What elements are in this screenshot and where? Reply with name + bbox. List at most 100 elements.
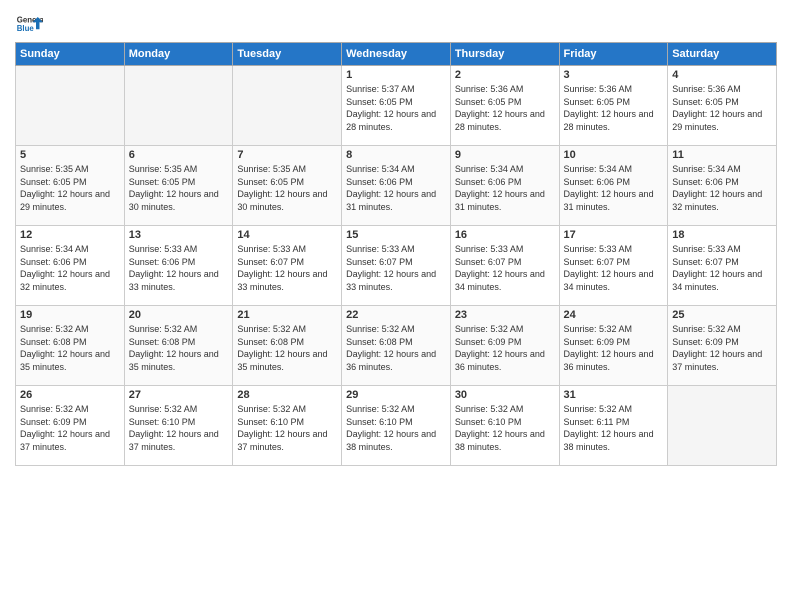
day-number: 9 [455,149,555,161]
calendar-day-cell [233,66,342,146]
calendar-day-cell: 20 Sunrise: 5:32 AM Sunset: 6:08 PM Dayli… [124,306,233,386]
day-info: Sunrise: 5:33 AM Sunset: 6:07 PM Dayligh… [672,243,772,293]
day-info: Sunrise: 5:34 AM Sunset: 6:06 PM Dayligh… [20,243,120,293]
day-number: 8 [346,149,446,161]
calendar-day-cell: 14 Sunrise: 5:33 AM Sunset: 6:07 PM Dayli… [233,226,342,306]
calendar-day-cell: 7 Sunrise: 5:35 AM Sunset: 6:05 PM Daylig… [233,146,342,226]
day-number: 10 [564,149,664,161]
day-info: Sunrise: 5:32 AM Sunset: 6:08 PM Dayligh… [346,323,446,373]
calendar-header-cell: Wednesday [342,43,451,66]
calendar-day-cell: 21 Sunrise: 5:32 AM Sunset: 6:08 PM Dayli… [233,306,342,386]
day-info: Sunrise: 5:34 AM Sunset: 6:06 PM Dayligh… [564,163,664,213]
day-number: 13 [129,229,229,241]
calendar-day-cell: 2 Sunrise: 5:36 AM Sunset: 6:05 PM Daylig… [450,66,559,146]
calendar-week-row: 12 Sunrise: 5:34 AM Sunset: 6:06 PM Dayli… [16,226,777,306]
day-number: 20 [129,309,229,321]
day-info: Sunrise: 5:32 AM Sunset: 6:10 PM Dayligh… [455,403,555,453]
day-info: Sunrise: 5:33 AM Sunset: 6:07 PM Dayligh… [237,243,337,293]
day-info: Sunrise: 5:36 AM Sunset: 6:05 PM Dayligh… [455,83,555,133]
day-info: Sunrise: 5:32 AM Sunset: 6:10 PM Dayligh… [237,403,337,453]
day-info: Sunrise: 5:33 AM Sunset: 6:07 PM Dayligh… [564,243,664,293]
day-number: 14 [237,229,337,241]
day-number: 29 [346,389,446,401]
day-info: Sunrise: 5:35 AM Sunset: 6:05 PM Dayligh… [129,163,229,213]
day-number: 16 [455,229,555,241]
day-number: 30 [455,389,555,401]
day-info: Sunrise: 5:34 AM Sunset: 6:06 PM Dayligh… [346,163,446,213]
day-info: Sunrise: 5:32 AM Sunset: 6:11 PM Dayligh… [564,403,664,453]
day-number: 27 [129,389,229,401]
calendar-day-cell: 12 Sunrise: 5:34 AM Sunset: 6:06 PM Dayli… [16,226,125,306]
calendar-day-cell: 11 Sunrise: 5:34 AM Sunset: 6:06 PM Dayli… [668,146,777,226]
day-info: Sunrise: 5:32 AM Sunset: 6:08 PM Dayligh… [237,323,337,373]
calendar-day-cell: 29 Sunrise: 5:32 AM Sunset: 6:10 PM Dayli… [342,386,451,466]
day-number: 12 [20,229,120,241]
day-info: Sunrise: 5:34 AM Sunset: 6:06 PM Dayligh… [672,163,772,213]
calendar-day-cell: 1 Sunrise: 5:37 AM Sunset: 6:05 PM Daylig… [342,66,451,146]
calendar-day-cell: 15 Sunrise: 5:33 AM Sunset: 6:07 PM Dayli… [342,226,451,306]
day-info: Sunrise: 5:32 AM Sunset: 6:09 PM Dayligh… [20,403,120,453]
day-number: 25 [672,309,772,321]
day-number: 6 [129,149,229,161]
calendar-day-cell: 5 Sunrise: 5:35 AM Sunset: 6:05 PM Daylig… [16,146,125,226]
day-number: 21 [237,309,337,321]
day-info: Sunrise: 5:32 AM Sunset: 6:10 PM Dayligh… [129,403,229,453]
calendar-header-cell: Monday [124,43,233,66]
calendar-day-cell: 9 Sunrise: 5:34 AM Sunset: 6:06 PM Daylig… [450,146,559,226]
calendar-day-cell: 4Sunrise: 5:36 AM Sunset: 6:05 PM Daylig… [668,66,777,146]
day-number: 19 [20,309,120,321]
day-number: 17 [564,229,664,241]
day-info: Sunrise: 5:32 AM Sunset: 6:10 PM Dayligh… [346,403,446,453]
page-container: General Blue SundayMondayTuesdayWednesda… [0,0,792,476]
calendar-day-cell: 17 Sunrise: 5:33 AM Sunset: 6:07 PM Dayli… [559,226,668,306]
day-info: Sunrise: 5:33 AM Sunset: 6:07 PM Dayligh… [346,243,446,293]
calendar-day-cell: 13 Sunrise: 5:33 AM Sunset: 6:06 PM Dayli… [124,226,233,306]
calendar-day-cell: 16 Sunrise: 5:33 AM Sunset: 6:07 PM Dayli… [450,226,559,306]
calendar-day-cell: 23 Sunrise: 5:32 AM Sunset: 6:09 PM Dayli… [450,306,559,386]
day-info: Sunrise: 5:32 AM Sunset: 6:08 PM Dayligh… [129,323,229,373]
day-info: Sunrise: 5:32 AM Sunset: 6:09 PM Dayligh… [672,323,772,373]
calendar-header-cell: Thursday [450,43,559,66]
calendar-day-cell: 10 Sunrise: 5:34 AM Sunset: 6:06 PM Dayli… [559,146,668,226]
calendar-day-cell: 24 Sunrise: 5:32 AM Sunset: 6:09 PM Dayli… [559,306,668,386]
page-header: General Blue [15,10,777,38]
day-info: Sunrise: 5:36 AM Sunset: 6:05 PM Dayligh… [672,83,772,133]
day-number: 18 [672,229,772,241]
day-number: 7 [237,149,337,161]
calendar-day-cell [124,66,233,146]
day-info: Sunrise: 5:35 AM Sunset: 6:05 PM Dayligh… [237,163,337,213]
day-info: Sunrise: 5:35 AM Sunset: 6:05 PM Dayligh… [20,163,120,213]
day-info: Sunrise: 5:34 AM Sunset: 6:06 PM Dayligh… [455,163,555,213]
day-number: 15 [346,229,446,241]
calendar-day-cell: 31Sunrise: 5:32 AM Sunset: 6:11 PM Dayli… [559,386,668,466]
day-info: Sunrise: 5:32 AM Sunset: 6:08 PM Dayligh… [20,323,120,373]
calendar-day-cell: 19 Sunrise: 5:32 AM Sunset: 6:08 PM Dayli… [16,306,125,386]
day-number: 2 [455,69,555,81]
calendar-day-cell: 8 Sunrise: 5:34 AM Sunset: 6:06 PM Daylig… [342,146,451,226]
calendar-day-cell [668,386,777,466]
day-number: 5 [20,149,120,161]
calendar-week-row: 5 Sunrise: 5:35 AM Sunset: 6:05 PM Daylig… [16,146,777,226]
calendar-week-row: 26 Sunrise: 5:32 AM Sunset: 6:09 PM Dayli… [16,386,777,466]
calendar-day-cell: 30 Sunrise: 5:32 AM Sunset: 6:10 PM Dayli… [450,386,559,466]
day-info: Sunrise: 5:33 AM Sunset: 6:07 PM Dayligh… [455,243,555,293]
svg-text:Blue: Blue [17,24,35,33]
calendar-day-cell: 25 Sunrise: 5:32 AM Sunset: 6:09 PM Dayli… [668,306,777,386]
day-number: 11 [672,149,772,161]
day-info: Sunrise: 5:32 AM Sunset: 6:09 PM Dayligh… [564,323,664,373]
day-number: 1 [346,69,446,81]
day-info: Sunrise: 5:33 AM Sunset: 6:06 PM Dayligh… [129,243,229,293]
calendar-header-cell: Tuesday [233,43,342,66]
calendar-week-row: 19 Sunrise: 5:32 AM Sunset: 6:08 PM Dayli… [16,306,777,386]
day-number: 3 [564,69,664,81]
day-number: 23 [455,309,555,321]
logo: General Blue [15,10,43,38]
calendar-day-cell [16,66,125,146]
calendar-week-row: 1 Sunrise: 5:37 AM Sunset: 6:05 PM Daylig… [16,66,777,146]
calendar-table: SundayMondayTuesdayWednesdayThursdayFrid… [15,42,777,466]
day-info: Sunrise: 5:32 AM Sunset: 6:09 PM Dayligh… [455,323,555,373]
day-info: Sunrise: 5:37 AM Sunset: 6:05 PM Dayligh… [346,83,446,133]
day-number: 26 [20,389,120,401]
day-number: 24 [564,309,664,321]
day-number: 22 [346,309,446,321]
